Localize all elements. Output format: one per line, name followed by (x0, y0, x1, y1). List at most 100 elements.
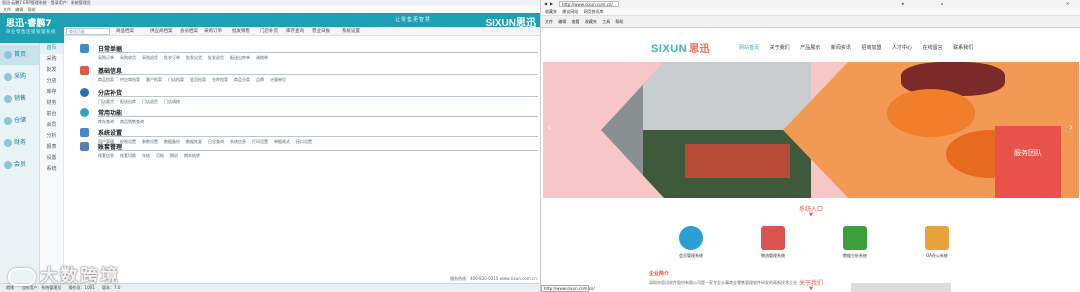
function-link[interactable]: 配送出库 (120, 99, 136, 104)
entry-member-system[interactable]: 会员管理系统 (661, 226, 721, 259)
subnav-item[interactable]: 前台 (40, 109, 63, 120)
toolbar-item[interactable]: 商品档案 (116, 27, 134, 35)
browser-menu-item[interactable]: 文件 (545, 19, 553, 24)
close-icon[interactable]: ✕ (1066, 0, 1069, 8)
browser-menu-item[interactable]: 编辑 (558, 19, 566, 24)
subnav-item[interactable]: 设置 (40, 153, 63, 164)
browser-menu-item[interactable]: 收藏夹 (585, 19, 597, 24)
function-link[interactable]: 门店调拨 (164, 99, 180, 104)
subnav-item[interactable]: 采购 (40, 54, 63, 65)
entry-oa-system[interactable]: OA办公系统 (907, 226, 967, 259)
function-link[interactable]: 年结 (142, 153, 150, 158)
nav-item[interactable]: 网站首页 (739, 45, 759, 51)
function-link[interactable]: 采购订单 (98, 55, 114, 60)
nav-item[interactable]: 在线留言 (923, 45, 943, 51)
menu-edit[interactable]: 编辑 (15, 7, 23, 12)
favorites-item[interactable]: 收藏夹 (545, 9, 557, 14)
toolbar-item[interactable]: 库存查询 (286, 27, 304, 35)
toolbar-item[interactable]: 采购订单 (204, 27, 222, 35)
toolbar-item[interactable]: 批发销售 (232, 27, 250, 35)
function-link[interactable]: 数据备份 (164, 139, 180, 144)
star-icon[interactable]: ★ (901, 0, 905, 8)
forward-icon[interactable]: ▶ (550, 0, 553, 8)
function-link[interactable]: 期末结转 (184, 153, 200, 158)
function-link[interactable]: 库存查询 (98, 119, 114, 124)
menu-file[interactable]: 文件 (3, 7, 11, 12)
url-input[interactable]: http://www.sixun.com.cn/ (559, 1, 619, 7)
function-link[interactable]: 配送出库单 (230, 55, 250, 60)
subnav-item[interactable]: 系统 (40, 164, 63, 175)
function-link[interactable]: 客户档案 (146, 77, 162, 82)
subnav-item[interactable]: 分店 (40, 76, 63, 87)
function-link[interactable]: 供应商档案 (120, 77, 140, 82)
sidebar-module[interactable]: 会员 (0, 155, 39, 175)
function-link[interactable]: 商品分类 (234, 77, 250, 82)
subnav-item[interactable]: 批发 (40, 65, 63, 76)
function-link[interactable]: 接口设置 (296, 139, 312, 144)
function-link[interactable]: 批发退货 (208, 55, 224, 60)
function-link[interactable]: 期初 (170, 153, 178, 158)
sidebar-module[interactable]: 采购 (0, 67, 39, 87)
sidebar-module[interactable]: 首页 (0, 45, 39, 65)
function-link[interactable]: 调拨单 (256, 55, 268, 60)
nav-item[interactable]: 招商加盟 (861, 45, 881, 51)
back-icon[interactable]: ◀ (544, 0, 547, 8)
subnav-item[interactable]: 库存 (40, 87, 63, 98)
function-link[interactable]: 门店档案 (168, 77, 184, 82)
entry-analysis-system[interactable]: 数据分析系统 (825, 226, 885, 259)
entry-logistics-system[interactable]: 物流管理系统 (743, 226, 803, 259)
toolbar-item[interactable]: 系统设置 (342, 27, 360, 35)
subnav-item[interactable]: 财务 (40, 98, 63, 109)
function-link[interactable]: 打印设置 (252, 139, 268, 144)
function-link[interactable]: 权限设置 (120, 139, 136, 144)
browser-menu-item[interactable]: 工具 (602, 19, 610, 24)
prev-arrow-icon[interactable]: ‹ (547, 122, 555, 136)
nav-item[interactable]: 人才中心 (892, 45, 912, 51)
function-link[interactable]: 品牌 (256, 77, 264, 82)
toolbar-item[interactable]: 会员档案 (180, 27, 198, 35)
function-link[interactable]: 账套信息 (98, 153, 114, 158)
favorites-item[interactable]: 网页快讯库 (584, 9, 604, 14)
function-link[interactable]: 月结 (156, 153, 164, 158)
subnav-item[interactable]: 会员 (40, 120, 63, 131)
function-link[interactable]: 仓库档案 (212, 77, 228, 82)
toolbar-item[interactable]: 营业日报 (312, 27, 330, 35)
subnav-item[interactable]: 报表 (40, 142, 63, 153)
search-input[interactable]: 查找功能 (66, 28, 110, 35)
function-link[interactable]: 批发订单 (164, 55, 180, 60)
subnav-item[interactable]: 首页 (40, 43, 63, 54)
function-link[interactable]: 账套切换 (120, 153, 136, 158)
function-link[interactable]: 批发出货 (186, 55, 202, 60)
function-link[interactable]: 计量单位 (270, 77, 286, 82)
function-link[interactable]: 门店要货 (98, 99, 114, 104)
menu-help[interactable]: 帮助 (28, 7, 36, 12)
function-link[interactable]: 会员档案 (190, 77, 206, 82)
nav-item[interactable]: 关于我们 (770, 45, 790, 51)
home-icon[interactable]: ⌂ (941, 0, 944, 8)
function-link[interactable]: 参数设置 (142, 139, 158, 144)
function-link[interactable]: 系统信息 (230, 139, 246, 144)
nav-item[interactable]: 联系我们 (953, 45, 973, 51)
toolbar-item[interactable]: 供应商档案 (150, 27, 173, 35)
browser-menu-item[interactable]: 帮助 (615, 19, 623, 24)
browser-menu-item[interactable]: 查看 (572, 19, 580, 24)
nav-item[interactable]: 产品展示 (800, 45, 820, 51)
function-link[interactable]: 门店退货 (142, 99, 158, 104)
banner-caption[interactable]: 服务团队 (995, 126, 1061, 198)
next-arrow-icon[interactable]: › (1069, 122, 1077, 136)
nav-item[interactable]: 新闻资讯 (831, 45, 851, 51)
site-logo[interactable]: SIXUN 思迅 (651, 40, 710, 55)
sidebar-module[interactable]: 销售 (0, 89, 39, 109)
function-link[interactable]: 采购收货 (120, 55, 136, 60)
function-link[interactable]: 采购退货 (142, 55, 158, 60)
function-link[interactable]: 单据格式 (274, 139, 290, 144)
sidebar-module[interactable]: 财务 (0, 133, 39, 153)
function-link[interactable]: 日志查询 (208, 139, 224, 144)
toolbar-item[interactable]: 门店补货 (260, 27, 278, 35)
subnav-item[interactable]: 分析 (40, 131, 63, 142)
function-link[interactable]: 数据恢复 (186, 139, 202, 144)
function-link[interactable]: 商品销售查询 (120, 119, 144, 124)
sidebar-module[interactable]: 仓储 (0, 111, 39, 131)
function-link[interactable]: 商品档案 (98, 77, 114, 82)
favorites-item[interactable]: 建议网站 (562, 9, 578, 14)
